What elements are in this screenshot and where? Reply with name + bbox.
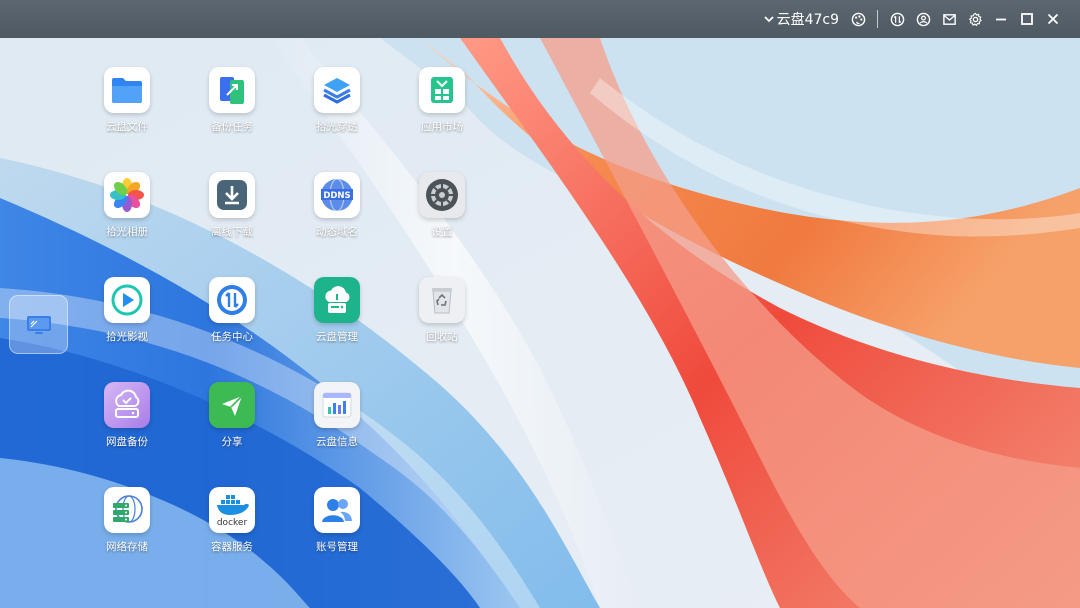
app-tile-penetration[interactable]: 拾光穿透 [292, 67, 382, 134]
desktop-widget[interactable] [9, 295, 68, 354]
theme-button[interactable] [845, 0, 871, 38]
video-icon [104, 277, 150, 323]
app-tile-settings[interactable]: 设置 [397, 172, 487, 239]
app-tile-recycle-bin[interactable]: 回收站 [397, 277, 487, 344]
app-tile-task-center[interactable]: 任务中心 [187, 277, 277, 344]
folder-icon [104, 67, 150, 113]
app-tile-backup-tasks[interactable]: 备份任务 [187, 67, 277, 134]
market-icon [419, 67, 465, 113]
mail-button[interactable] [936, 0, 962, 38]
app-label: 任务中心 [211, 331, 253, 343]
docker-text: docker [217, 518, 248, 528]
app-tile-photos[interactable]: 拾光相册 [82, 172, 172, 239]
app-tile-account[interactable]: 账号管理 [292, 487, 382, 554]
cloud-manage-icon [314, 277, 360, 323]
ddns-text: DDNS [323, 191, 350, 201]
app-tile-cloud-info[interactable]: 云盘信息 [292, 382, 382, 449]
app-label: 回收站 [426, 331, 458, 343]
user-icon [916, 12, 930, 26]
backup-icon [209, 67, 255, 113]
settings-icon [419, 172, 465, 218]
minimize-icon [996, 18, 1006, 21]
app-label: 云盘信息 [316, 436, 358, 448]
app-label: 动态域名 [316, 226, 358, 238]
device-selector[interactable]: 云盘47c9 [763, 0, 839, 38]
app-label: 拾光影视 [106, 331, 148, 343]
ddns-icon: DDNS [314, 172, 360, 218]
app-tile-ddns[interactable]: DDNS 动态域名 [292, 172, 382, 239]
app-label: 账号管理 [316, 541, 358, 553]
device-name: 云盘47c9 [776, 12, 839, 28]
photos-icon [104, 172, 150, 218]
desktop-window: 云盘47c9 云盘文件 备份任务 拾光穿透 应用市场 拾光相册 离线下载 DDN… [0, 0, 1080, 608]
maximize-icon [1021, 13, 1033, 25]
app-label: 网盘备份 [106, 436, 148, 448]
docker-icon: docker [209, 487, 255, 533]
app-label: 离线下载 [211, 226, 253, 238]
app-label: 拾光穿透 [316, 121, 358, 133]
title-bar: 云盘47c9 [0, 0, 1080, 38]
theme-icon [851, 12, 865, 26]
app-tile-container-service[interactable]: docker 容器服务 [187, 487, 277, 554]
close-icon [1047, 13, 1059, 25]
app-tile-cloud-files[interactable]: 云盘文件 [82, 67, 172, 134]
chevron-down-icon [763, 16, 774, 23]
network-storage-icon [104, 487, 150, 533]
settings-button[interactable] [962, 0, 988, 38]
transfer-icon [890, 12, 904, 26]
app-tile-netdisk-backup[interactable]: 网盘备份 [82, 382, 172, 449]
app-tile-offline-download[interactable]: 离线下载 [187, 172, 277, 239]
mail-icon [942, 13, 956, 25]
maximize-button[interactable] [1014, 0, 1040, 38]
titlebar-separator [877, 10, 878, 28]
app-tile-video[interactable]: 拾光影视 [82, 277, 172, 344]
app-tile-cloud-manage[interactable]: 云盘管理 [292, 277, 382, 344]
app-tile-app-market[interactable]: 应用市场 [397, 67, 487, 134]
netdisk-backup-icon [104, 382, 150, 428]
app-tile-share[interactable]: 分享 [187, 382, 277, 449]
transfer-button[interactable] [884, 0, 910, 38]
app-label: 云盘文件 [106, 121, 148, 133]
monitor-icon [26, 315, 51, 334]
share-icon [209, 382, 255, 428]
user-button[interactable] [910, 0, 936, 38]
app-label: 应用市场 [421, 121, 463, 133]
account-icon [314, 487, 360, 533]
gear-icon [968, 12, 982, 26]
app-label: 拾光相册 [106, 226, 148, 238]
app-label: 设置 [431, 226, 453, 238]
download-icon [209, 172, 255, 218]
minimize-button[interactable] [988, 0, 1014, 38]
app-label: 分享 [221, 436, 243, 448]
app-tile-network-storage[interactable]: 网络存储 [82, 487, 172, 554]
recycle-bin-icon [419, 277, 465, 323]
app-label: 网络存储 [106, 541, 148, 553]
cloud-info-icon [314, 382, 360, 428]
app-label: 容器服务 [211, 541, 253, 553]
layers-icon [314, 67, 360, 113]
app-label: 云盘管理 [316, 331, 358, 343]
task-center-icon [209, 277, 255, 323]
app-label: 备份任务 [211, 121, 253, 133]
close-button[interactable] [1040, 0, 1066, 38]
